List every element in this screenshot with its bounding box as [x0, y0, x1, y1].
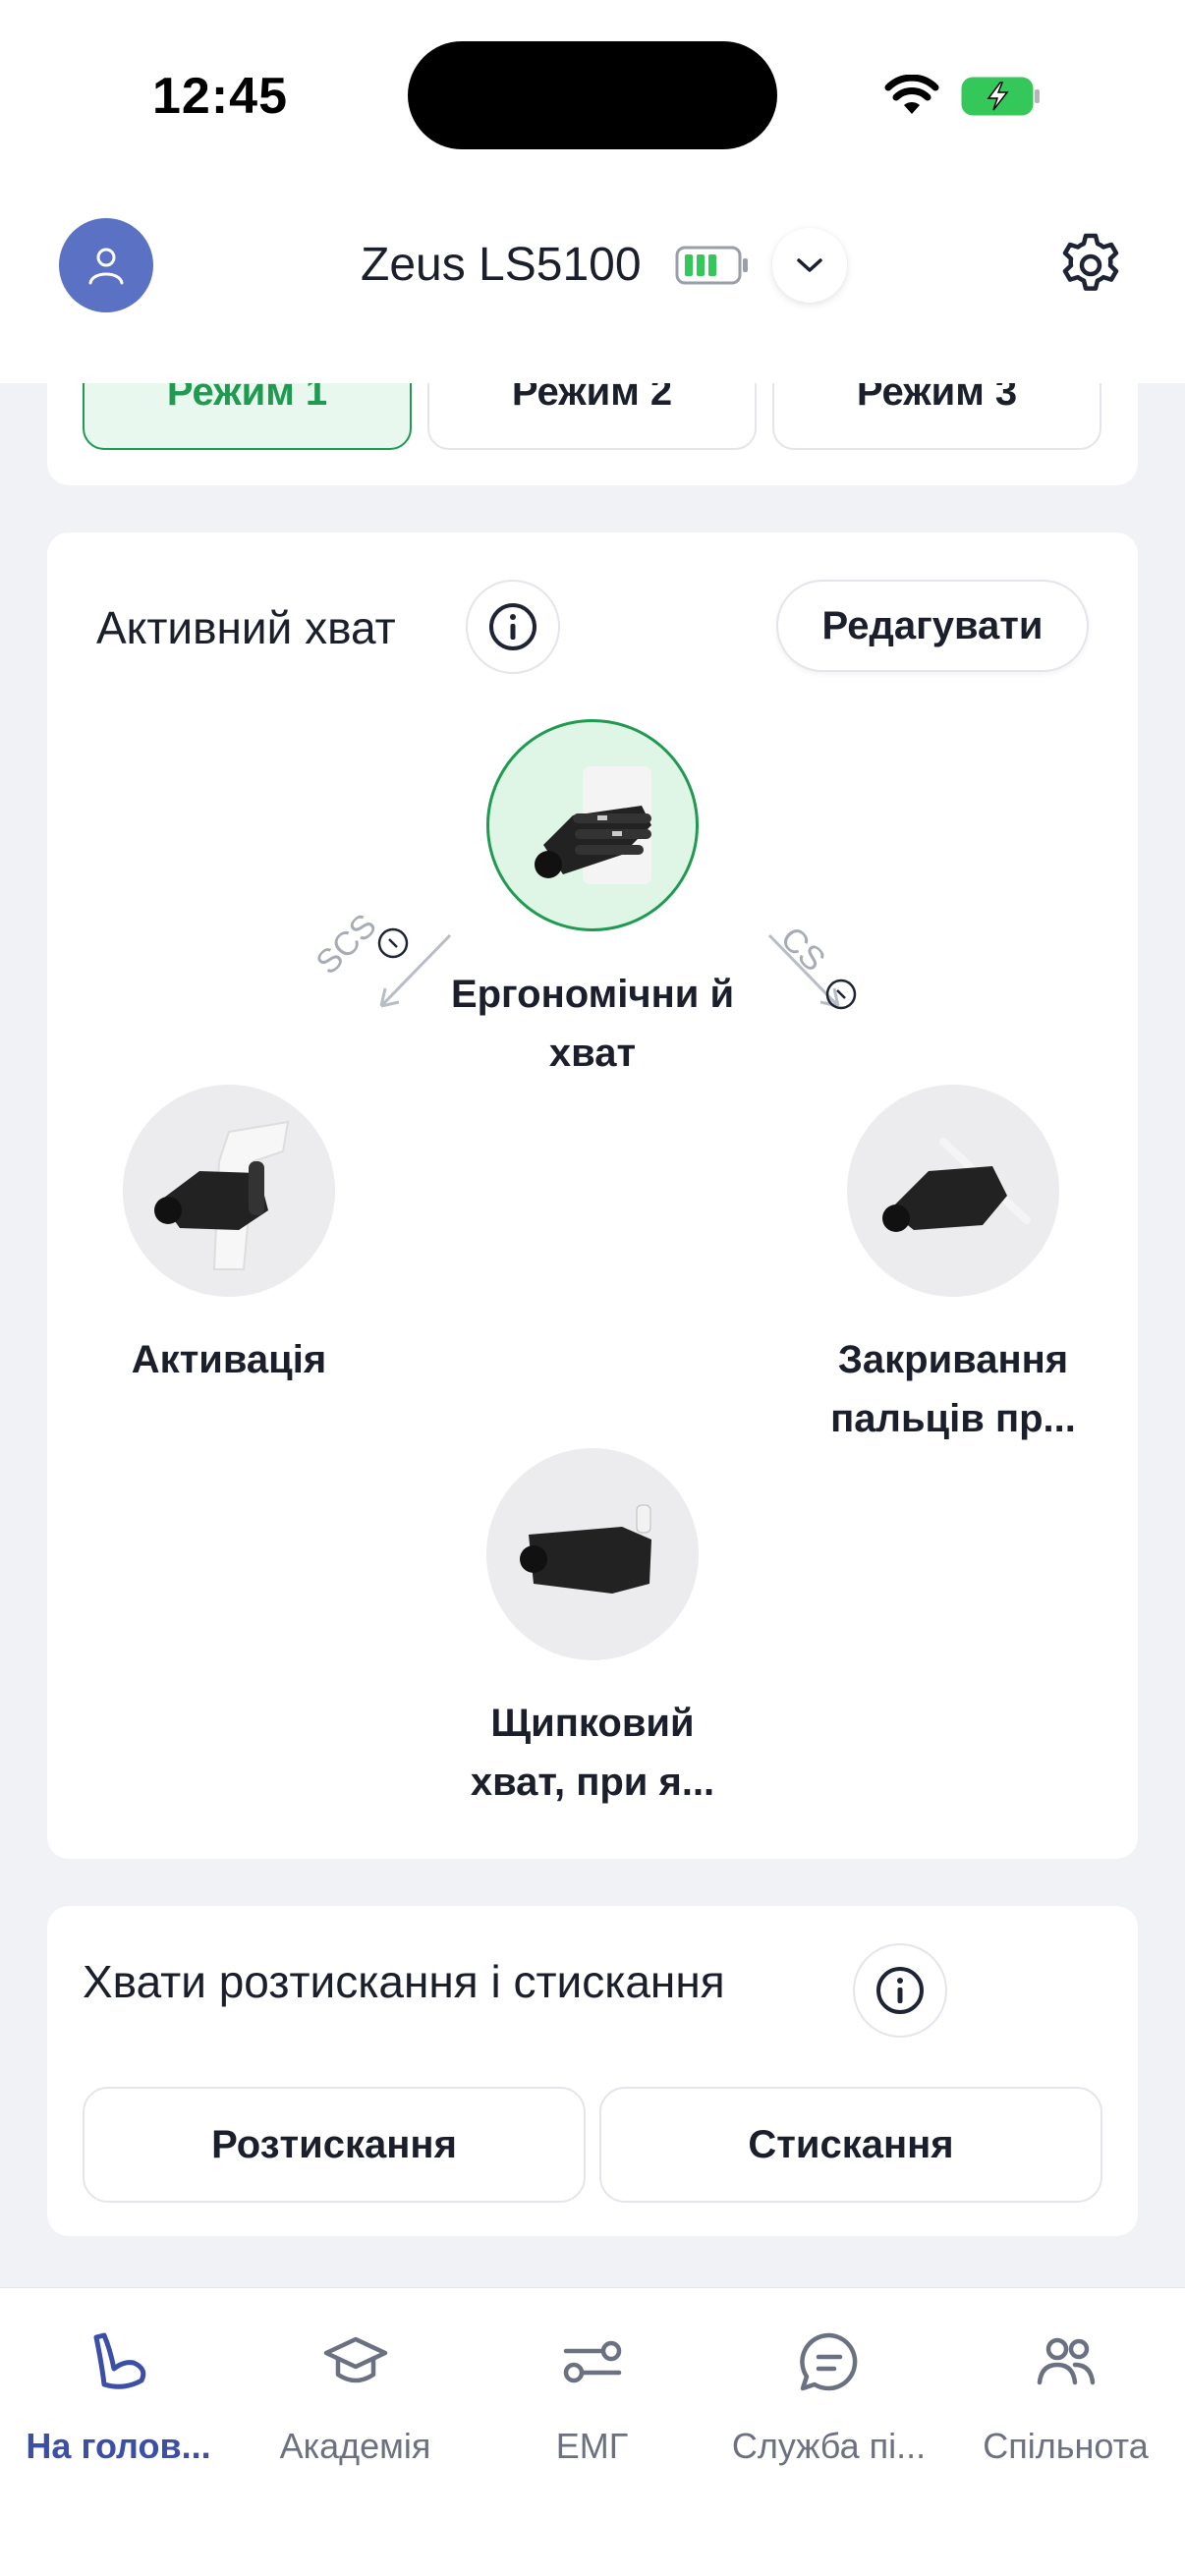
grip-image-ergonomic	[486, 719, 699, 931]
grip-label-left: Активація	[131, 1338, 327, 1381]
grip-label-right: Закривання пальців пр...	[830, 1338, 1076, 1440]
tab-bar: На голов... Академія ЕМГ Служба пі... Сп…	[0, 2287, 1185, 2576]
compress-title: Хвати розтискання і стискання	[83, 1956, 725, 2007]
grip-left[interactable]: Активація	[52, 1085, 406, 1389]
edit-button[interactable]: Редагувати	[776, 580, 1089, 672]
hand-pinch-icon	[520, 1504, 651, 1594]
mode-1-button[interactable]: Режим 1	[83, 383, 412, 450]
tab-home-label: На голов...	[26, 2426, 211, 2466]
scs-info-icon[interactable]	[375, 925, 411, 961]
avatar[interactable]	[59, 218, 153, 312]
status-time: 12:45	[152, 68, 288, 125]
dynamic-island	[408, 41, 777, 149]
tab-community[interactable]: Спільнота	[947, 2318, 1184, 2467]
active-grip-title: Активний хват	[96, 602, 396, 653]
mode-selector-card: Режим 1 Режим 2 Режим 3	[47, 383, 1138, 485]
status-bar: 12:45	[0, 0, 1185, 196]
sliders-icon	[563, 2340, 621, 2383]
tab-academy-label: Академія	[279, 2426, 431, 2466]
tab-academy[interactable]: Академія	[237, 2318, 474, 2467]
hand-holding-cup-icon	[535, 766, 651, 884]
info-icon	[876, 1967, 924, 2014]
device-title[interactable]: Zeus LS5100	[361, 238, 642, 292]
app-header: Zeus LS5100	[0, 196, 1185, 383]
graduation-cap-icon	[323, 2336, 387, 2383]
wifi-icon	[884, 75, 939, 114]
grip-right[interactable]: Закривання пальців пр...	[776, 1085, 1130, 1448]
tab-home[interactable]: На голов...	[0, 2318, 237, 2467]
device-dropdown-button[interactable]	[772, 228, 847, 303]
cs-info-icon[interactable]	[823, 977, 859, 1012]
grip-label-top: Ергономічни й хват	[450, 973, 735, 1075]
open-grip-button[interactable]: Розтискання	[83, 2087, 586, 2203]
tab-support-label: Служба пі...	[731, 2426, 927, 2466]
tab-community-label: Спільнота	[983, 2426, 1149, 2466]
user-icon	[88, 248, 124, 285]
compress-info-button[interactable]	[853, 1943, 947, 2038]
mode-3-button[interactable]: Режим 3	[772, 383, 1101, 450]
info-icon	[489, 603, 536, 650]
settings-button[interactable]	[1051, 226, 1130, 305]
home-arm-icon	[93, 2332, 145, 2389]
grip-image-closing-fingers	[847, 1085, 1059, 1297]
battery-charging-icon	[961, 77, 1040, 116]
tab-emg-label: ЕМГ	[555, 2426, 629, 2466]
people-icon	[1037, 2337, 1095, 2385]
chat-icon	[799, 2332, 857, 2391]
grip-image-pinch	[486, 1448, 699, 1660]
close-grip-button[interactable]: Стискання	[599, 2087, 1102, 2203]
chevron-down-icon	[797, 258, 822, 272]
hand-pen-icon	[882, 1138, 1031, 1232]
grip-label-bottom: Щипковий хват, при я...	[470, 1702, 715, 1804]
compress-card: Хвати розтискання і стискання Розтисканн…	[47, 1906, 1138, 2236]
grip-image-activation	[123, 1085, 335, 1297]
device-battery-icon	[675, 246, 748, 285]
grip-bottom[interactable]: Щипковий хват, при я...	[416, 1448, 769, 1812]
mode-2-button[interactable]: Режим 2	[427, 383, 757, 450]
active-grip-card: Активний хват Редагувати Ергономічни й х…	[47, 532, 1138, 1859]
active-grip-info-button[interactable]	[466, 580, 560, 674]
tab-support[interactable]: Служба пі...	[710, 2318, 947, 2467]
hand-spray-bottle-icon	[154, 1120, 290, 1270]
tab-emg[interactable]: ЕМГ	[474, 2318, 710, 2467]
gear-icon	[1062, 233, 1119, 291]
